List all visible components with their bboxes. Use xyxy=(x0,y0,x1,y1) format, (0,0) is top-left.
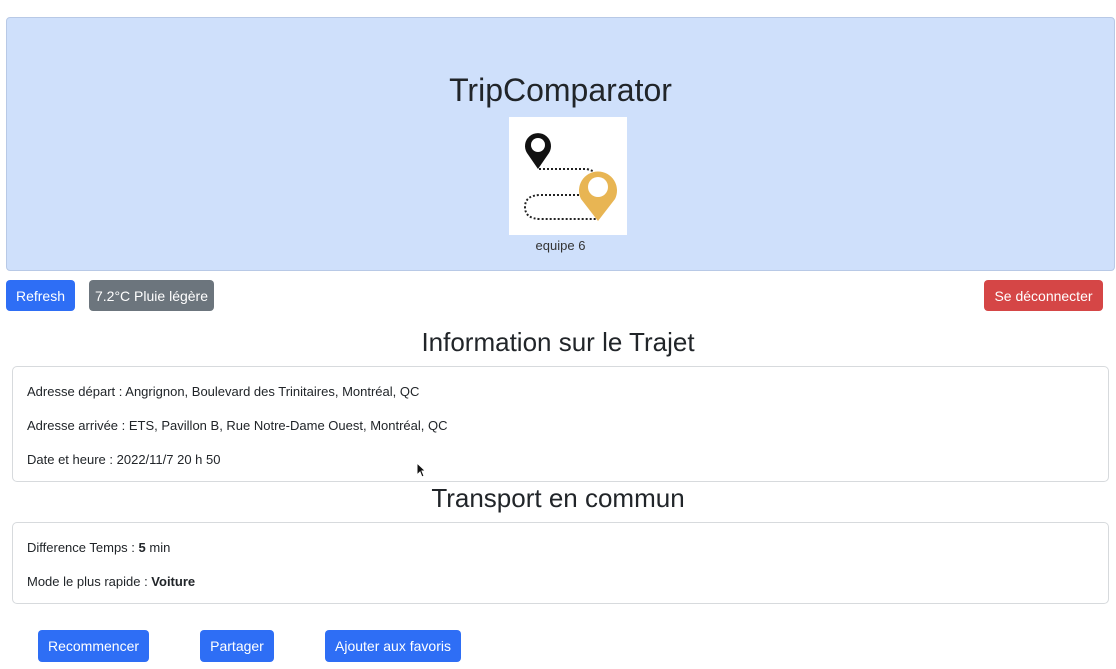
arrival-label: Adresse arrivée : xyxy=(27,418,129,433)
departure-label: Adresse départ : xyxy=(27,384,126,399)
datetime-label: Date et heure : xyxy=(27,452,117,467)
trip-info-title: Information sur le Trajet xyxy=(421,327,695,357)
restart-button[interactable]: Recommencer xyxy=(38,630,149,662)
departure-line: Adresse départ : Angrignon, Boulevard de… xyxy=(27,384,419,399)
refresh-button[interactable]: Refresh xyxy=(6,280,75,311)
datetime-value: 2022/11/7 20 h 50 xyxy=(116,452,221,467)
app-title: TripComparator xyxy=(449,72,672,108)
arrival-line: Adresse arrivée : ETS, Pavillon B, Rue N… xyxy=(27,418,448,433)
transport-title: Transport en commun xyxy=(431,483,685,513)
share-button[interactable]: Partager xyxy=(200,630,274,662)
route-map-pins-icon xyxy=(509,117,627,235)
add-favorites-button[interactable]: Ajouter aux favoris xyxy=(325,630,461,662)
time-difference-line: Difference Temps : 5 min xyxy=(27,540,170,555)
transport-card: Difference Temps : 5 min Mode le plus ra… xyxy=(12,522,1109,604)
time-difference-unit: min xyxy=(145,540,171,555)
team-label: equipe 6 xyxy=(535,238,586,253)
departure-value: Angrignon, Boulevard des Trinitaires, Mo… xyxy=(125,384,420,399)
header-panel: TripComparator equipe 6 xyxy=(6,17,1115,271)
trip-info-card: Adresse départ : Angrignon, Boulevard de… xyxy=(12,366,1109,482)
time-difference-value: 5 xyxy=(138,540,146,555)
weather-badge-button[interactable]: 7.2°C Pluie légère xyxy=(89,280,214,311)
fastest-mode-line: Mode le plus rapide : Voiture xyxy=(27,574,195,589)
mouse-pointer-icon xyxy=(416,461,427,478)
fastest-mode-label: Mode le plus rapide : xyxy=(27,574,152,589)
datetime-line: Date et heure : 2022/11/7 20 h 50 xyxy=(27,452,220,467)
arrival-value: ETS, Pavillon B, Rue Notre-Dame Ouest, M… xyxy=(128,418,448,433)
logout-button[interactable]: Se déconnecter xyxy=(984,280,1103,311)
fastest-mode-value: Voiture xyxy=(151,574,196,589)
time-difference-label: Difference Temps : xyxy=(27,540,139,555)
